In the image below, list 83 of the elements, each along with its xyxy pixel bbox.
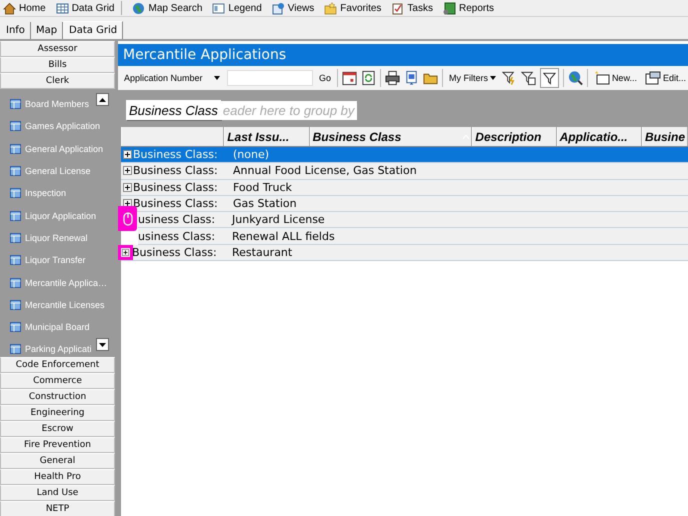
column-header[interactable]: Busine <box>642 127 688 146</box>
group-row[interactable]: Business Class: Food Truck <box>121 180 688 196</box>
down-arrow-icon <box>99 342 106 346</box>
expand-icon[interactable] <box>123 166 132 176</box>
caret-icon <box>490 76 496 80</box>
up-arrow-icon <box>99 98 106 102</box>
search-field[interactable] <box>226 70 313 86</box>
folder-icon <box>324 2 338 14</box>
report-icon <box>442 2 456 14</box>
table-icon <box>10 210 21 221</box>
group-row[interactable]: usiness Class: Junkyard License <box>138 212 688 228</box>
calendar-icon[interactable] <box>342 70 357 86</box>
map-icon <box>272 2 285 14</box>
grid-icon <box>56 2 69 14</box>
expand-icon[interactable] <box>122 248 129 256</box>
group-row[interactable]: Business Class: Restaurant <box>121 244 688 262</box>
filter-icon[interactable] <box>502 70 518 86</box>
window-title: Mercantile Applications <box>118 44 688 66</box>
table-icon <box>10 99 21 110</box>
sidebar-section[interactable]: Clerk <box>0 73 115 89</box>
sidebar-section[interactable]: Bills <box>0 57 115 73</box>
tab[interactable]: Data Grid <box>63 21 124 39</box>
table-icon <box>10 278 21 288</box>
sidebar-section[interactable]: Assessor <box>0 41 115 57</box>
menu-item[interactable]: Home <box>3 2 46 14</box>
menu-item[interactable]: Data Grid <box>56 1 122 15</box>
group-column-chip[interactable]: Business Class <box>126 100 221 120</box>
table-icon <box>10 255 21 266</box>
table-icon <box>10 121 21 132</box>
go-button[interactable]: Go <box>316 73 333 83</box>
sidebar-section[interactable]: Fire Prevention <box>0 437 115 453</box>
printer-icon[interactable] <box>384 70 400 86</box>
table-icon <box>10 344 21 354</box>
table-icon <box>10 300 21 310</box>
new-record-icon <box>594 71 610 85</box>
column-header[interactable]: Last Issu... <box>224 127 310 146</box>
my-filters-button[interactable]: My Filters <box>447 73 498 83</box>
expand-icon[interactable] <box>123 199 132 208</box>
mouse-icon <box>122 212 132 226</box>
expand-icon[interactable] <box>123 150 132 160</box>
edit-button[interactable]: Edit... <box>642 71 688 85</box>
scroll-down-button[interactable] <box>96 338 109 351</box>
clipboard-icon <box>391 2 404 14</box>
legend-icon <box>212 2 226 14</box>
column-header[interactable]: Applicatio... <box>556 127 642 146</box>
document-icon[interactable] <box>404 70 420 86</box>
table-icon <box>10 188 21 198</box>
refresh-icon[interactable] <box>360 70 376 86</box>
caret-icon <box>214 76 220 80</box>
sidebar-section[interactable]: Code Enforcement <box>0 357 115 373</box>
sidebar-section[interactable]: NETP <box>0 501 115 516</box>
menu-item[interactable]: Views <box>272 2 314 14</box>
globe-icon <box>132 2 146 14</box>
column-header[interactable]: Description <box>472 127 557 146</box>
sidebar-section[interactable]: Health Pro <box>0 469 115 485</box>
sidebar-section[interactable]: Construction <box>0 389 115 405</box>
column-header[interactable]: Business Class <box>310 127 472 146</box>
scroll-up-button[interactable] <box>96 93 109 106</box>
sidebar-section[interactable]: Escrow <box>0 421 115 437</box>
table-icon <box>10 166 21 176</box>
group-row[interactable]: Business Class: (none) <box>121 147 688 164</box>
group-row[interactable]: Business Class: Gas Station <box>121 196 688 212</box>
menu-item[interactable]: Favorites <box>324 2 382 14</box>
table-icon <box>10 322 21 332</box>
table-icon <box>10 144 21 154</box>
sidebar-section[interactable]: Land Use <box>0 485 115 501</box>
new-button[interactable]: New... <box>592 71 639 85</box>
group-row[interactable]: Business Class: Annual Food License, Gas Station <box>121 163 688 180</box>
menu-item[interactable]: Map Search <box>132 2 202 14</box>
menu-item[interactable]: Legend <box>212 2 262 14</box>
menu-item[interactable]: Reports <box>442 2 494 14</box>
globe-search-icon[interactable] <box>568 70 583 86</box>
expand-icon[interactable] <box>123 182 132 192</box>
edit-record-icon <box>644 71 661 85</box>
house-icon <box>3 2 16 14</box>
filter-icon[interactable] <box>540 68 560 88</box>
sidebar-section[interactable]: Engineering <box>0 405 115 421</box>
filter-icon[interactable] <box>521 70 536 86</box>
group-row[interactable]: usiness Class: Renewal ALL fields <box>138 228 688 245</box>
sidebar-section[interactable]: Commerce <box>0 373 115 389</box>
menu-item[interactable]: Tasks <box>391 2 433 14</box>
table-icon <box>10 232 21 243</box>
sidebar-section[interactable]: General <box>0 453 115 469</box>
